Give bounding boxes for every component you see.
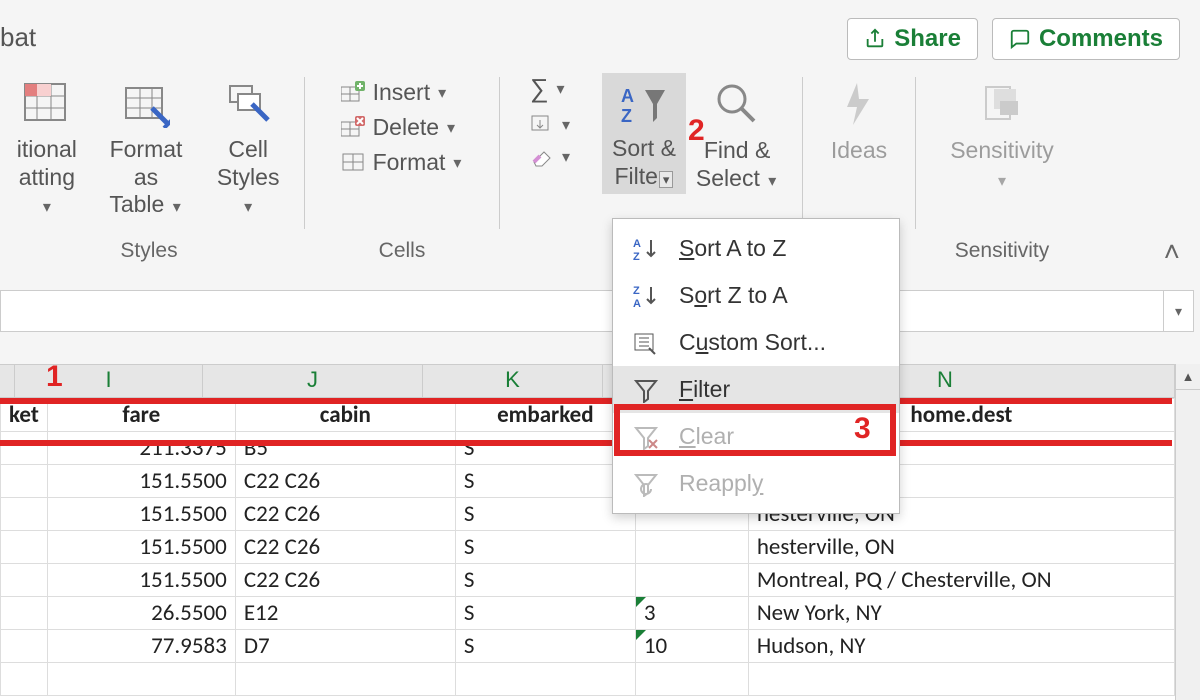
annotation-1: 1	[46, 360, 63, 394]
menu-sort-az[interactable]: AZ Sort A to Z	[613, 225, 899, 272]
annotation-3: 3	[854, 412, 871, 446]
vertical-scrollbar[interactable]: ▲	[1175, 364, 1200, 700]
menu-sort-za[interactable]: ZA Sort Z to A	[613, 272, 899, 319]
clear-button[interactable]: ▾	[530, 146, 572, 168]
table-row[interactable]: 211.3375B5S2	[1, 432, 1175, 465]
collapse-ribbon-icon[interactable]: ˄	[1164, 236, 1180, 268]
cell-styles-icon	[221, 77, 275, 130]
table-row[interactable]	[1, 663, 1175, 696]
sigma-icon: ∑	[530, 73, 549, 104]
annotation-highlight	[0, 440, 612, 446]
chevron-down-icon: ▾	[436, 83, 448, 103]
group-label-sensitivity: Sensitivity	[922, 239, 1082, 263]
sensitivity-icon	[975, 77, 1029, 131]
chevron-down-icon: ▾	[445, 118, 457, 138]
annotation-2: 2	[688, 114, 705, 148]
column-headers[interactable]: I J K L N	[0, 364, 1175, 398]
table-row[interactable]: 77.9583D7S10Hudson, NY	[1, 630, 1175, 663]
format-button[interactable]: Format ▾	[341, 149, 464, 176]
annotation-highlight	[898, 398, 1172, 404]
sort-filter-dropdown: AZ Sort A to Z ZA Sort Z to A Custom Sor…	[612, 218, 900, 514]
table-row[interactable]: 151.5500C22 C26Shesterville, ON	[1, 531, 1175, 564]
divider	[304, 77, 305, 229]
reapply-icon	[631, 471, 661, 497]
table-row[interactable]: 151.5500C22 C26SMontreal, PQ / Chestervi…	[1, 564, 1175, 597]
col-J[interactable]: J	[203, 365, 423, 397]
comments-label: Comments	[1039, 25, 1163, 53]
divider	[499, 77, 500, 229]
share-label: Share	[894, 25, 961, 53]
svg-text:A: A	[621, 86, 634, 106]
cell-styles-button[interactable]: CellStyles ▾	[204, 73, 292, 223]
share-icon	[864, 28, 886, 50]
formula-bar-expand-icon[interactable]: ▾	[1163, 291, 1193, 331]
comments-button[interactable]: Comments	[992, 18, 1180, 60]
divider	[915, 77, 916, 229]
table-icon	[119, 77, 173, 130]
table-row[interactable]: 151.5500C22 C26Shesterville, ON	[1, 498, 1175, 531]
insert-button[interactable]: Insert ▾	[341, 79, 464, 106]
format-icon	[341, 151, 367, 175]
svg-text:Z: Z	[621, 106, 632, 126]
conditional-formatting-icon	[20, 77, 74, 130]
filter-icon	[631, 377, 661, 403]
comment-icon	[1009, 28, 1031, 50]
magnifier-icon	[710, 77, 764, 131]
menu-reapply: Reapply	[613, 460, 899, 507]
chevron-down-icon: ▾	[560, 147, 572, 167]
sort-filter-icon: A Z	[617, 79, 671, 133]
custom-sort-icon	[631, 330, 661, 356]
col-K[interactable]: K	[423, 365, 603, 397]
chevron-down-icon: ▾	[555, 79, 567, 99]
insert-icon	[341, 81, 367, 105]
autosum-button[interactable]: ∑ ▾	[530, 73, 572, 104]
menu-custom-sort[interactable]: Custom Sort...	[613, 319, 899, 366]
sort-az-icon: AZ	[631, 236, 661, 262]
delete-button[interactable]: Delete ▾	[341, 114, 464, 141]
svg-text:Z: Z	[633, 251, 640, 262]
eraser-icon	[530, 146, 554, 168]
chevron-down-icon: ▾	[451, 153, 463, 173]
annotation-highlight	[0, 398, 612, 404]
chevron-down-icon: ▾	[171, 199, 183, 216]
conditional-formatting-button[interactable]: itionalatting ▾	[6, 73, 88, 223]
sensitivity-button[interactable]: Sensitivity▾	[944, 73, 1060, 196]
table-row[interactable]: 151.5500C22 C26S11hesterville, ON	[1, 465, 1175, 498]
delete-icon	[341, 116, 367, 140]
dropdown-caret-icon[interactable]: ▾	[659, 171, 674, 189]
fill-down-icon	[530, 114, 554, 136]
menu-filter[interactable]: Filter	[613, 366, 899, 413]
svg-text:A: A	[633, 298, 641, 309]
chevron-down-icon: ▾	[242, 199, 254, 216]
sort-filter-button[interactable]: A Z Sort &Filte▾	[602, 73, 686, 194]
ribbon-tab-partial[interactable]: bat	[0, 22, 36, 53]
formula-bar[interactable]: ▾	[0, 290, 1194, 332]
svg-text:A: A	[633, 238, 641, 250]
chevron-down-icon: ▾	[560, 115, 572, 135]
col-H-partial[interactable]	[0, 365, 15, 397]
ribbon: itionalatting ▾ Format asTable ▾ CellSty…	[0, 65, 1200, 265]
clear-filter-icon	[631, 424, 661, 450]
sort-za-icon: ZA	[631, 283, 661, 309]
lightning-icon	[832, 77, 886, 131]
group-label-styles: Styles	[0, 239, 298, 263]
group-label-cells: Cells	[311, 239, 493, 263]
fill-button[interactable]: ▾	[530, 114, 572, 136]
share-button[interactable]: Share	[847, 18, 978, 60]
divider	[802, 77, 803, 229]
svg-text:Z: Z	[633, 285, 640, 297]
col-I[interactable]: I	[15, 365, 203, 397]
ideas-button[interactable]: Ideas	[825, 73, 893, 169]
annotation-highlight	[898, 440, 1172, 446]
chevron-down-icon: ▾	[41, 199, 53, 216]
table-row[interactable]: 26.5500E12S3New York, NY	[1, 597, 1175, 630]
chevron-down-icon: ▾	[766, 173, 778, 190]
scroll-up-icon[interactable]: ▲	[1176, 364, 1200, 390]
chevron-down-icon: ▾	[996, 173, 1008, 190]
format-as-table-button[interactable]: Format asTable ▾	[92, 73, 201, 223]
